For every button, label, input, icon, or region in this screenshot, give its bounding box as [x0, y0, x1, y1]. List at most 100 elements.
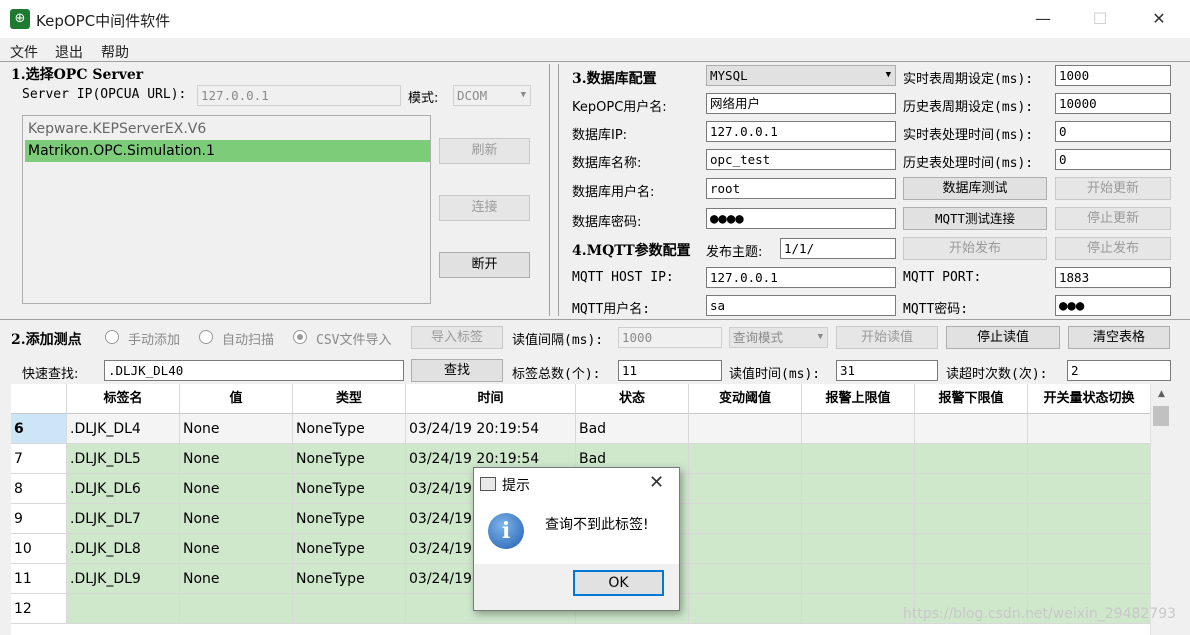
type-cell[interactable]: NoneType	[293, 564, 406, 594]
tag-name-cell[interactable]: .DLJK_DL9	[67, 564, 180, 594]
row-number[interactable]: 7	[11, 444, 67, 474]
switch-state-cell[interactable]	[1028, 534, 1151, 564]
threshold-cell[interactable]	[689, 504, 802, 534]
minimize-button[interactable]: —	[1020, 0, 1066, 38]
hist-proc-input[interactable]: 0	[1055, 149, 1171, 170]
threshold-cell[interactable]	[689, 414, 802, 444]
stop-update-button[interactable]: 停止更新	[1055, 207, 1171, 230]
disconnect-button[interactable]: 断开	[439, 252, 530, 278]
db-test-button[interactable]: 数据库测试	[903, 177, 1047, 200]
refresh-button[interactable]: 刷新	[439, 138, 530, 164]
alarm-high-cell[interactable]	[802, 534, 915, 564]
type-cell[interactable]: NoneType	[293, 534, 406, 564]
db-type-select[interactable]: MYSQL ▼	[706, 65, 896, 86]
tag-name-cell[interactable]	[67, 594, 180, 624]
read-time-input[interactable]: 31	[836, 360, 938, 381]
timeout-count-input[interactable]: 2	[1067, 360, 1171, 381]
auto-scan-radio[interactable]	[199, 330, 213, 344]
time-cell[interactable]: 03/24/19 20:19:54	[406, 414, 576, 444]
menu-help[interactable]: 帮助	[101, 42, 129, 62]
start-read-button[interactable]: 开始读值	[836, 326, 938, 349]
stop-read-button[interactable]: 停止读值	[946, 326, 1060, 349]
column-header[interactable]: 报警上限值	[802, 384, 915, 414]
row-number[interactable]: 12	[11, 594, 67, 624]
alarm-low-cell[interactable]	[915, 414, 1028, 444]
alarm-high-cell[interactable]	[802, 444, 915, 474]
query-mode-select[interactable]: 查询模式 ▼	[729, 327, 828, 348]
mqtt-host-input[interactable]: 127.0.0.1	[706, 267, 896, 288]
alarm-low-cell[interactable]	[915, 564, 1028, 594]
column-header[interactable]: 时间	[406, 384, 576, 414]
connect-button[interactable]: 连接	[439, 195, 530, 221]
column-header[interactable]: 类型	[293, 384, 406, 414]
column-header[interactable]: 开关量状态切换	[1028, 384, 1151, 414]
opc-server-list[interactable]: Kepware.KEPServerEX.V6 Matrikon.OPC.Simu…	[22, 115, 431, 304]
switch-state-cell[interactable]	[1028, 564, 1151, 594]
read-interval-input[interactable]: 1000	[618, 327, 722, 348]
switch-state-cell[interactable]	[1028, 444, 1151, 474]
db-ip-input[interactable]: 127.0.0.1	[706, 121, 896, 142]
db-password-input[interactable]: ●●●●	[706, 208, 896, 229]
search-input[interactable]: .DLJK_DL40	[104, 360, 404, 381]
import-tags-button[interactable]: 导入标签	[411, 326, 503, 349]
threshold-cell[interactable]	[689, 444, 802, 474]
menu-exit[interactable]: 退出	[55, 42, 83, 62]
alarm-high-cell[interactable]	[802, 564, 915, 594]
type-cell[interactable]: NoneType	[293, 414, 406, 444]
opc-server-item-selected[interactable]: Matrikon.OPC.Simulation.1	[25, 140, 430, 162]
close-button[interactable]: ✕	[1136, 0, 1182, 38]
value-cell[interactable]	[180, 594, 293, 624]
threshold-cell[interactable]	[689, 564, 802, 594]
scroll-up-icon[interactable]: ▲	[1151, 384, 1172, 404]
tag-name-cell[interactable]: .DLJK_DL5	[67, 444, 180, 474]
rt-proc-input[interactable]: 0	[1055, 121, 1171, 142]
type-cell[interactable]: NoneType	[293, 444, 406, 474]
topic-input[interactable]: 1/1/	[780, 238, 896, 259]
db-name-input[interactable]: opc_test	[706, 149, 896, 170]
row-number[interactable]: 11	[11, 564, 67, 594]
mode-select[interactable]: DCOM ▼	[453, 85, 531, 106]
mqtt-password-input[interactable]: ●●●	[1055, 295, 1171, 316]
row-number[interactable]: 8	[11, 474, 67, 504]
scroll-thumb[interactable]	[1153, 406, 1169, 426]
threshold-cell[interactable]	[689, 534, 802, 564]
column-header[interactable]: 报警下限值	[915, 384, 1028, 414]
mqtt-user-input[interactable]: sa	[706, 295, 896, 316]
maximize-button[interactable]: ☐	[1077, 0, 1123, 38]
search-button[interactable]: 查找	[411, 359, 503, 382]
csv-import-radio[interactable]	[293, 330, 307, 344]
alarm-high-cell[interactable]	[802, 504, 915, 534]
alarm-low-cell[interactable]	[915, 474, 1028, 504]
menu-file[interactable]: 文件	[10, 42, 38, 62]
table-scrollbar[interactable]: ▲	[1150, 384, 1171, 635]
row-number[interactable]: 9	[11, 504, 67, 534]
status-cell[interactable]: Bad	[576, 414, 689, 444]
value-cell[interactable]: None	[180, 534, 293, 564]
alarm-high-cell[interactable]	[802, 474, 915, 504]
threshold-cell[interactable]	[689, 594, 802, 624]
value-cell[interactable]: None	[180, 564, 293, 594]
value-cell[interactable]: None	[180, 504, 293, 534]
server-ip-input[interactable]: 127.0.0.1	[197, 85, 401, 106]
mqtt-port-input[interactable]: 1883	[1055, 267, 1171, 288]
value-cell[interactable]: None	[180, 414, 293, 444]
type-cell[interactable]	[293, 594, 406, 624]
alarm-high-cell[interactable]	[802, 594, 915, 624]
table-row[interactable]: 6 .DLJK_DL4 None NoneType 03/24/19 20:19…	[11, 414, 1151, 444]
switch-state-cell[interactable]	[1028, 474, 1151, 504]
column-header[interactable]: 标签名	[67, 384, 180, 414]
stop-publish-button[interactable]: 停止发布	[1055, 237, 1171, 260]
manual-add-radio[interactable]	[105, 330, 119, 344]
tag-name-cell[interactable]: .DLJK_DL6	[67, 474, 180, 504]
row-number[interactable]: 10	[11, 534, 67, 564]
opc-server-item[interactable]: Kepware.KEPServerEX.V6	[25, 118, 430, 140]
row-number[interactable]: 6	[11, 414, 67, 444]
switch-state-cell[interactable]	[1028, 504, 1151, 534]
dialog-close-button[interactable]: ✕	[649, 472, 664, 493]
tag-name-cell[interactable]: .DLJK_DL4	[67, 414, 180, 444]
alarm-low-cell[interactable]	[915, 504, 1028, 534]
type-cell[interactable]: NoneType	[293, 504, 406, 534]
threshold-cell[interactable]	[689, 474, 802, 504]
alarm-low-cell[interactable]	[915, 444, 1028, 474]
switch-state-cell[interactable]	[1028, 414, 1151, 444]
